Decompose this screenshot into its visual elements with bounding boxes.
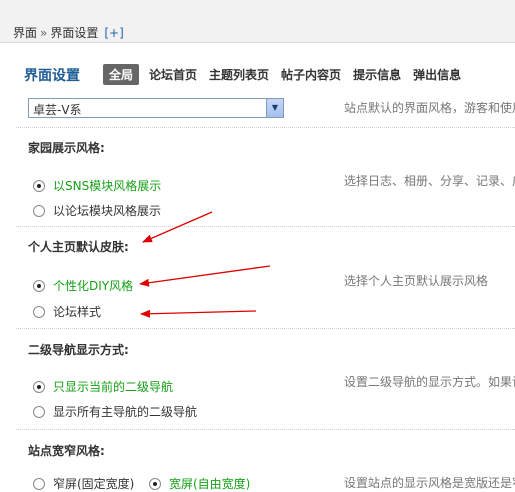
annotation-arrows [139,211,271,318]
arrow-to-forum-theme [140,309,257,318]
arrow-to-diy-style [139,265,271,287]
arrow-to-profile-skin-label [142,211,213,243]
